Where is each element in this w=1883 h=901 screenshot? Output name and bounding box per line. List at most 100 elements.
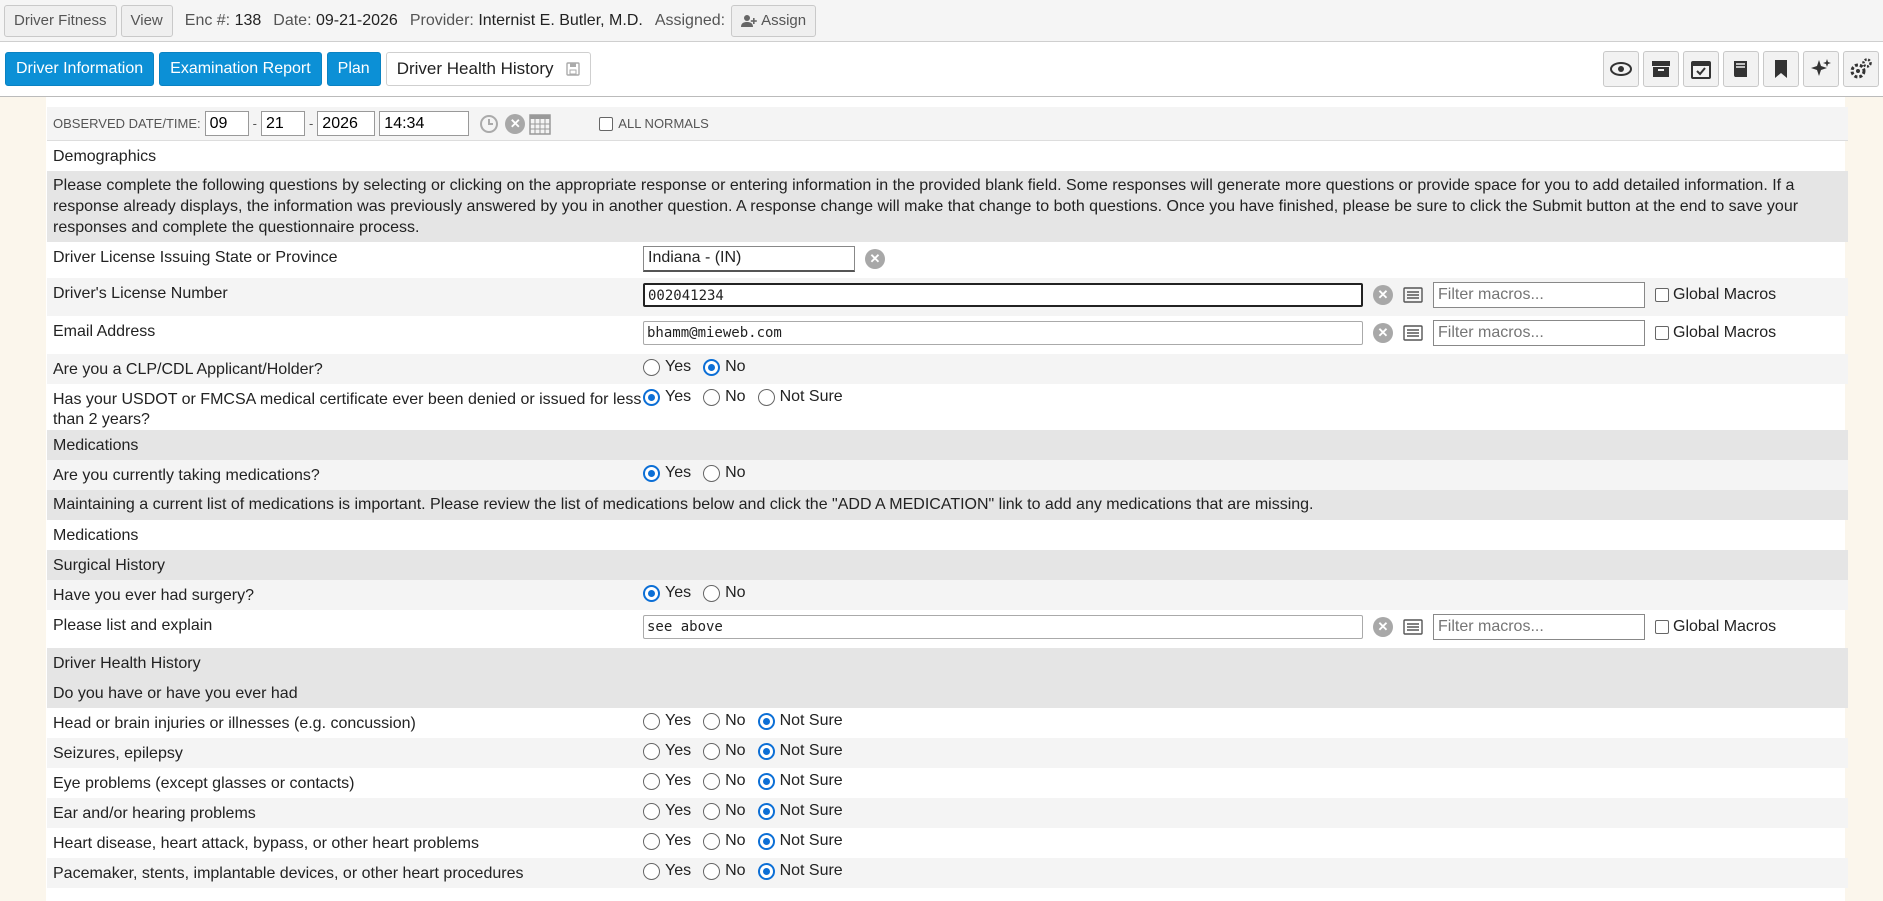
gears-icon[interactable] — [1843, 51, 1879, 87]
tab-plan[interactable]: Plan — [326, 52, 381, 86]
surgery-yes-radio[interactable]: Yes — [643, 584, 691, 602]
radio-dot[interactable] — [643, 464, 660, 482]
health-not-sure-radio[interactable]: Not Sure — [757, 862, 843, 880]
clear-datetime-icon[interactable]: ✕ — [505, 113, 526, 134]
radio-dot[interactable] — [757, 862, 775, 880]
usdot-no-radio[interactable]: No — [703, 388, 746, 406]
radio-dot[interactable] — [643, 358, 660, 376]
calendar-check-icon[interactable] — [1683, 51, 1719, 87]
global-macros-checkbox[interactable] — [1655, 326, 1669, 340]
radio-dot[interactable] — [703, 832, 721, 850]
radio-dot[interactable] — [703, 464, 721, 482]
medications-yes-radio[interactable]: Yes — [643, 464, 691, 482]
radio-dot[interactable] — [757, 772, 775, 790]
radio-dot[interactable] — [703, 358, 721, 376]
radio-dot[interactable] — [643, 802, 660, 820]
archive-icon[interactable] — [1643, 51, 1679, 87]
health-no-radio[interactable]: No — [703, 772, 746, 790]
all-normals[interactable]: ALL NORMALS — [599, 116, 709, 131]
health-not-sure-radio[interactable]: Not Sure — [757, 712, 843, 730]
global-macros[interactable]: Global Macros — [1655, 324, 1776, 342]
radio-dot[interactable] — [757, 742, 775, 760]
health-not-sure-radio[interactable]: Not Sure — [757, 742, 843, 760]
health-not-sure-radio[interactable]: Not Sure — [757, 802, 843, 820]
radio-dot[interactable] — [703, 802, 721, 820]
health-yes-radio[interactable]: Yes — [643, 832, 691, 850]
calendar-icon[interactable] — [529, 113, 552, 135]
health-yes-radio[interactable]: Yes — [643, 802, 691, 820]
clear-license-state-icon[interactable]: ✕ — [865, 249, 885, 269]
tab-driver-health-history[interactable]: Driver Health History — [385, 52, 591, 86]
global-macros-checkbox[interactable] — [1655, 620, 1669, 634]
sparkle-icon[interactable] — [1803, 51, 1839, 87]
radio-dot[interactable] — [703, 712, 721, 730]
radio-dot[interactable] — [757, 712, 775, 730]
surgery-explain-input[interactable]: see above — [643, 615, 1363, 639]
usdot-yes-radio[interactable]: Yes — [643, 388, 691, 406]
health-item-row: Head or brain injuries or illnesses (e.g… — [47, 708, 1848, 738]
clp-yes-radio[interactable]: Yes — [643, 358, 691, 376]
health-no-radio[interactable]: No — [703, 832, 746, 850]
observed-day-input[interactable] — [260, 111, 305, 136]
radio-dot[interactable] — [643, 584, 660, 602]
usdot-not-sure-radio[interactable]: Not Sure — [757, 388, 843, 406]
radio-dot[interactable] — [703, 584, 721, 602]
bookmark-icon[interactable] — [1763, 51, 1799, 87]
health-no-radio[interactable]: No — [703, 862, 746, 880]
filter-macros-input[interactable] — [1433, 282, 1645, 308]
global-macros[interactable]: Global Macros — [1655, 286, 1776, 304]
clear-license-number-icon[interactable]: ✕ — [1373, 285, 1393, 305]
global-macros-checkbox[interactable] — [1655, 288, 1669, 302]
radio-dot[interactable] — [643, 862, 660, 880]
health-not-sure-radio[interactable]: Not Sure — [757, 832, 843, 850]
observed-time-input[interactable] — [379, 111, 470, 136]
radio-dot[interactable] — [703, 862, 721, 880]
clear-surgery-explain-icon[interactable]: ✕ — [1373, 617, 1393, 637]
radio-dot[interactable] — [643, 832, 660, 850]
tab-driver-information[interactable]: Driver Information — [5, 52, 155, 86]
radio-dot[interactable] — [703, 742, 721, 760]
filter-macros-input[interactable] — [1433, 614, 1645, 640]
save-icon[interactable] — [565, 62, 580, 76]
radio-dot[interactable] — [643, 388, 660, 406]
global-macros[interactable]: Global Macros — [1655, 618, 1776, 636]
filter-macros-input[interactable] — [1433, 320, 1645, 346]
view-button[interactable]: View — [120, 4, 173, 37]
eye-icon[interactable] — [1603, 51, 1639, 87]
macro-list-icon[interactable] — [1403, 287, 1423, 303]
observed-year-input[interactable] — [317, 111, 376, 136]
radio-dot[interactable] — [643, 772, 660, 790]
license-state-select[interactable]: Indiana - (IN) — [643, 246, 855, 272]
tab-examination-report[interactable]: Examination Report — [159, 52, 322, 86]
driver-fitness-button[interactable]: Driver Fitness — [4, 4, 117, 37]
health-no-radio[interactable]: No — [703, 712, 746, 730]
medications-no-radio[interactable]: No — [703, 464, 746, 482]
macro-list-icon[interactable] — [1403, 619, 1423, 635]
radio-dot[interactable] — [757, 832, 775, 850]
radio-dot[interactable] — [703, 772, 721, 790]
radio-dot[interactable] — [757, 802, 775, 820]
health-no-radio[interactable]: No — [703, 742, 746, 760]
license-number-input[interactable]: 002041234 — [643, 283, 1363, 307]
assign-button[interactable]: Assign — [731, 4, 817, 37]
radio-dot[interactable] — [643, 742, 660, 760]
observed-month-input[interactable] — [204, 111, 249, 136]
health-yes-radio[interactable]: Yes — [643, 742, 691, 760]
clock-icon[interactable] — [479, 114, 499, 134]
macro-list-icon[interactable] — [1403, 325, 1423, 341]
radio-dot[interactable] — [757, 388, 775, 406]
email-input[interactable]: bhamm@mieweb.com — [643, 321, 1363, 345]
book-icon[interactable] — [1723, 51, 1759, 87]
radio-dot[interactable] — [703, 388, 721, 406]
clp-no-radio[interactable]: No — [703, 358, 746, 376]
health-yes-radio[interactable]: Yes — [643, 772, 691, 790]
health-no-radio[interactable]: No — [703, 802, 746, 820]
radio-dot[interactable] — [643, 712, 660, 730]
health-not-sure-radio[interactable]: Not Sure — [757, 772, 843, 790]
surgery-no-radio[interactable]: No — [703, 584, 746, 602]
clear-email-icon[interactable]: ✕ — [1373, 323, 1393, 343]
all-normals-checkbox[interactable] — [599, 116, 614, 131]
health-yes-radio[interactable]: Yes — [643, 712, 691, 730]
date-separator: - — [252, 116, 257, 131]
health-yes-radio[interactable]: Yes — [643, 862, 691, 880]
